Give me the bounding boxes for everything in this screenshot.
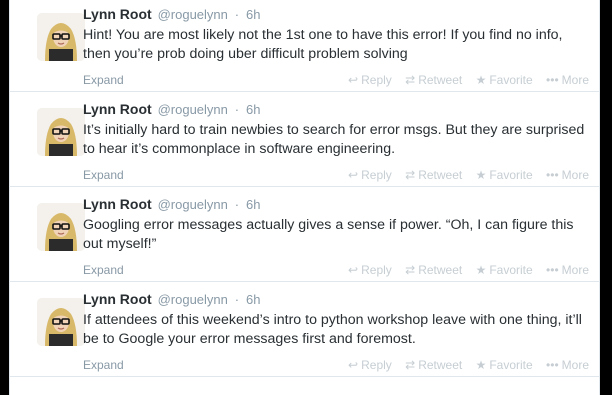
retweet-label: Retweet bbox=[418, 358, 463, 372]
ellipsis-icon: ••• bbox=[546, 263, 559, 277]
tweet-actions: ↩ Reply ⇄ Retweet ★ Favorite ••• More bbox=[338, 168, 589, 182]
ellipsis-icon: ••• bbox=[546, 358, 559, 372]
reply-label: Reply bbox=[361, 168, 392, 182]
ellipsis-icon: ••• bbox=[546, 168, 559, 182]
retweet-icon: ⇄ bbox=[405, 168, 416, 182]
favorite-button[interactable]: ★ Favorite bbox=[476, 73, 533, 87]
favorite-label: Favorite bbox=[489, 263, 533, 277]
separator: · bbox=[234, 7, 240, 22]
star-icon: ★ bbox=[475, 73, 487, 87]
author-fullname[interactable]: Lynn Root bbox=[83, 101, 152, 117]
separator: · bbox=[234, 102, 240, 117]
tweet-text: It’s initially hard to train newbies to … bbox=[83, 122, 585, 157]
favorite-button[interactable]: ★ Favorite bbox=[476, 168, 533, 182]
tweet-text: Hint! You are most likely not the 1st on… bbox=[83, 27, 563, 62]
favorite-label: Favorite bbox=[489, 168, 533, 182]
separator: · bbox=[234, 197, 240, 212]
tweet[interactable]: Lynn Root @roguelynn · 6h Googling error… bbox=[10, 187, 599, 282]
tweet-header: Lynn Root @roguelynn · 6h bbox=[83, 101, 260, 117]
avatar[interactable] bbox=[37, 203, 85, 251]
retweet-label: Retweet bbox=[418, 73, 463, 87]
tweet-actions: ↩ Reply ⇄ Retweet ★ Favorite ••• More bbox=[338, 358, 589, 372]
separator: · bbox=[234, 292, 240, 307]
expand-link[interactable]: Expand bbox=[83, 263, 124, 277]
favorite-label: Favorite bbox=[489, 73, 533, 87]
star-icon: ★ bbox=[475, 358, 487, 372]
tweet-text: If attendees of this weekend’s intro to … bbox=[83, 312, 582, 347]
more-button[interactable]: ••• More bbox=[546, 263, 589, 277]
tweet-header: Lynn Root @roguelynn · 6h bbox=[83, 6, 260, 22]
retweet-label: Retweet bbox=[418, 263, 463, 277]
ellipsis-icon: ••• bbox=[546, 73, 559, 87]
more-label: More bbox=[561, 168, 589, 182]
tweet-header: Lynn Root @roguelynn · 6h bbox=[83, 291, 260, 307]
author-username[interactable]: @roguelynn bbox=[158, 197, 228, 212]
more-button[interactable]: ••• More bbox=[546, 73, 589, 87]
retweet-label: Retweet bbox=[418, 168, 463, 182]
author-fullname[interactable]: Lynn Root bbox=[83, 196, 152, 212]
tweet-timestamp[interactable]: 6h bbox=[246, 197, 260, 212]
retweet-icon: ⇄ bbox=[405, 73, 416, 87]
retweet-button[interactable]: ⇄ Retweet bbox=[405, 168, 462, 182]
reply-button[interactable]: ↩ Reply bbox=[348, 358, 392, 372]
avatar[interactable] bbox=[37, 298, 85, 346]
expand-link[interactable]: Expand bbox=[83, 73, 124, 87]
retweet-icon: ⇄ bbox=[405, 263, 416, 277]
tweet-actions: ↩ Reply ⇄ Retweet ★ Favorite ••• More bbox=[338, 263, 589, 277]
tweet-timestamp[interactable]: 6h bbox=[246, 292, 260, 307]
expand-link[interactable]: Expand bbox=[83, 358, 124, 372]
author-fullname[interactable]: Lynn Root bbox=[83, 291, 152, 307]
more-label: More bbox=[561, 358, 589, 372]
author-username[interactable]: @roguelynn bbox=[158, 102, 228, 117]
favorite-label: Favorite bbox=[489, 358, 533, 372]
retweet-button[interactable]: ⇄ Retweet bbox=[405, 73, 462, 87]
tweet-timestamp[interactable]: 6h bbox=[246, 102, 260, 117]
reply-label: Reply bbox=[361, 358, 392, 372]
more-button[interactable]: ••• More bbox=[546, 358, 589, 372]
avatar[interactable] bbox=[37, 108, 85, 156]
more-button[interactable]: ••• More bbox=[546, 168, 589, 182]
reply-label: Reply bbox=[361, 263, 392, 277]
reply-label: Reply bbox=[361, 73, 392, 87]
tweet-text: Googling error messages actually gives a… bbox=[83, 217, 574, 252]
author-fullname[interactable]: Lynn Root bbox=[83, 6, 152, 22]
tweet-timestamp[interactable]: 6h bbox=[246, 7, 260, 22]
star-icon: ★ bbox=[475, 168, 487, 182]
retweet-icon: ⇄ bbox=[405, 358, 416, 372]
tweet[interactable]: Lynn Root @roguelynn · 6h If attendees o… bbox=[10, 282, 599, 377]
more-label: More bbox=[561, 73, 589, 87]
more-label: More bbox=[561, 263, 589, 277]
reply-button[interactable]: ↩ Reply bbox=[348, 263, 392, 277]
reply-icon: ↩ bbox=[348, 358, 359, 372]
retweet-button[interactable]: ⇄ Retweet bbox=[405, 263, 462, 277]
reply-icon: ↩ bbox=[348, 263, 359, 277]
tweet-timeline: Lynn Root @roguelynn · 6h Hint! You are … bbox=[9, 0, 600, 395]
favorite-button[interactable]: ★ Favorite bbox=[476, 263, 533, 277]
reply-icon: ↩ bbox=[348, 73, 359, 87]
author-username[interactable]: @roguelynn bbox=[158, 292, 228, 307]
tweet[interactable]: Lynn Root @roguelynn · 6h It’s initially… bbox=[10, 92, 599, 187]
tweet[interactable]: Lynn Root @roguelynn · 6h Hint! You are … bbox=[10, 0, 599, 92]
reply-icon: ↩ bbox=[348, 168, 359, 182]
star-icon: ★ bbox=[475, 263, 487, 277]
reply-button[interactable]: ↩ Reply bbox=[348, 73, 392, 87]
tweet-header: Lynn Root @roguelynn · 6h bbox=[83, 196, 260, 212]
author-username[interactable]: @roguelynn bbox=[158, 7, 228, 22]
tweet-actions: ↩ Reply ⇄ Retweet ★ Favorite ••• More bbox=[338, 73, 589, 87]
reply-button[interactable]: ↩ Reply bbox=[348, 168, 392, 182]
favorite-button[interactable]: ★ Favorite bbox=[476, 358, 533, 372]
avatar[interactable] bbox=[37, 13, 85, 61]
expand-link[interactable]: Expand bbox=[83, 168, 124, 182]
retweet-button[interactable]: ⇄ Retweet bbox=[405, 358, 462, 372]
